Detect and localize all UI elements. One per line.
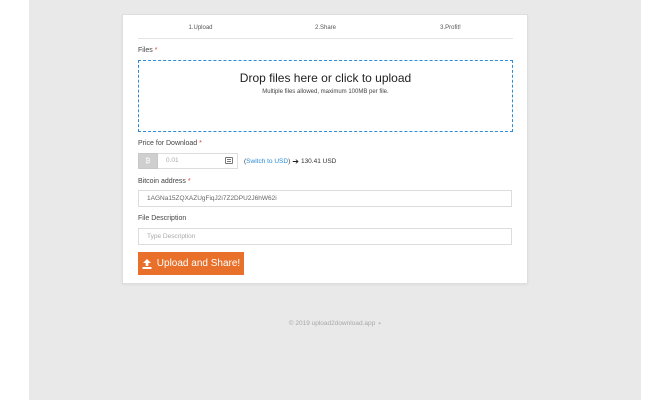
required-mark: * xyxy=(199,140,202,147)
file-description-placeholder: Type Description xyxy=(147,233,196,240)
file-dropzone[interactable]: Drop files here or click to upload Multi… xyxy=(138,60,513,132)
dropzone-subtitle: Multiple files allowed, maximum 100MB pe… xyxy=(262,89,389,95)
files-label-text: Files xyxy=(138,47,153,54)
usd-value: 130.41 USD xyxy=(300,157,337,165)
price-input[interactable]: 0.01 xyxy=(158,153,238,169)
arrow-right-icon: ➔ xyxy=(292,156,299,166)
switch-to-usd-link[interactable]: Switch to USD xyxy=(246,158,288,165)
dropzone-title: Drop files here or click to upload xyxy=(239,71,412,85)
price-label-text: Price for Download xyxy=(138,140,198,147)
bitcoin-currency-icon: ₿ xyxy=(138,153,158,169)
calculator-icon xyxy=(225,157,233,164)
price-label: Price for Download * xyxy=(138,140,202,147)
price-conversion: ( Switch to USD ) ➔ 130.41 USD xyxy=(244,157,336,166)
bitcoin-address-label: Bitcoin address * xyxy=(138,178,191,185)
file-description-label-text: File Description xyxy=(138,215,187,222)
upload-card: 1.Upload 2.Share 3.Profit! Files * Drop f… xyxy=(122,14,528,284)
step-share: 2.Share xyxy=(314,25,336,31)
step-indicator: 1.Upload 2.Share 3.Profit! xyxy=(138,23,513,39)
step-upload: 1.Upload xyxy=(188,25,213,31)
bitcoin-address-label-text: Bitcoin address xyxy=(138,178,186,185)
file-description-label: File Description xyxy=(138,215,186,222)
bitcoin-address-input[interactable]: 1AGNa15ZQXAZUgFiqJ2i7Z2DPU2J6hW62i xyxy=(138,190,512,207)
required-mark: * xyxy=(187,178,191,185)
heart-icon: ♥ xyxy=(378,321,382,327)
price-placeholder: 0.01 xyxy=(166,157,179,164)
upload-and-share-button[interactable]: Upload and Share! xyxy=(138,252,244,275)
footer: © 2019 upload2download.app ♥ xyxy=(0,320,670,327)
step-profit: 3.Profit! xyxy=(440,25,461,31)
price-row: ₿ 0.01 ( Switch to USD ) ➔ 130.41 USD xyxy=(138,153,336,169)
file-description-input[interactable]: Type Description xyxy=(138,228,512,245)
upload-button-label: Upload and Share! xyxy=(156,258,241,269)
upload-icon xyxy=(142,258,152,269)
required-mark: * xyxy=(154,47,158,54)
paren-close: ) xyxy=(288,157,291,165)
footer-copyright: © 2019 upload2download.app xyxy=(288,320,376,327)
bitcoin-address-value: 1AGNa15ZQXAZUgFiqJ2i7Z2DPU2J6hW62i xyxy=(147,195,277,202)
files-label: Files * xyxy=(138,47,158,54)
